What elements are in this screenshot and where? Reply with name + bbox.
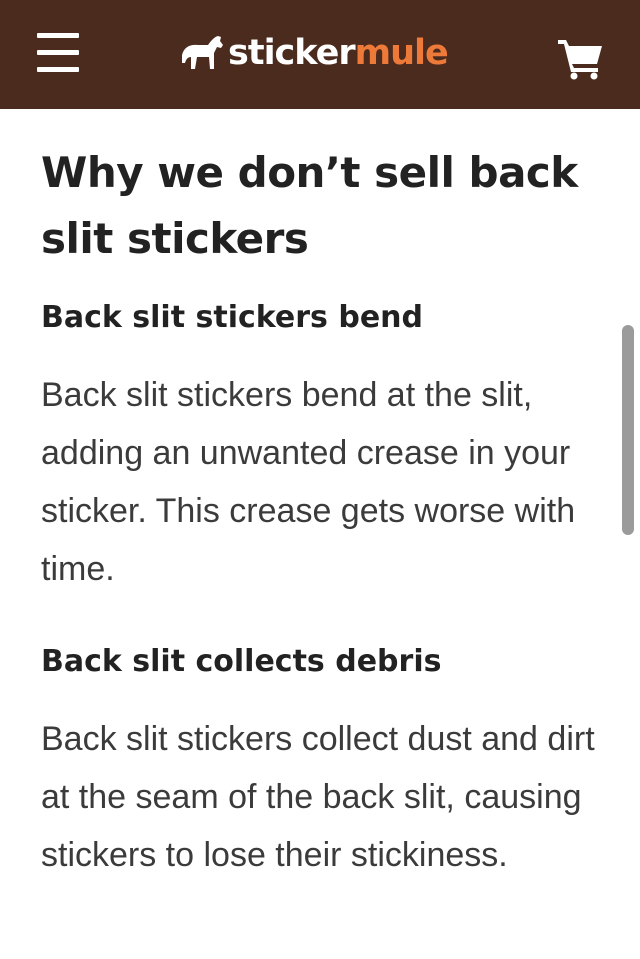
menu-bar-line: [37, 33, 79, 38]
vertical-scrollbar[interactable]: [622, 325, 634, 535]
hamburger-menu-icon[interactable]: [37, 33, 79, 73]
article-content: Why we don’t sell back slit stickers Bac…: [41, 140, 601, 884]
menu-bar-line: [37, 67, 79, 72]
logo-text-sticker: sticker: [228, 33, 356, 73]
sticker-mule-logo[interactable]: stickermule: [180, 30, 449, 76]
section-heading: Back slit stickers bend: [41, 300, 424, 335]
top-navbar: stickermule: [0, 0, 640, 109]
shopping-cart-icon[interactable]: [556, 36, 604, 80]
mule-icon: [182, 36, 223, 69]
section-heading: Back slit collects debris: [41, 644, 442, 679]
section-body: Back slit stickers bend at the slit, add…: [41, 376, 576, 588]
menu-bar-line: [37, 50, 79, 55]
logo-text-mule: mule: [354, 33, 449, 73]
page-title: Why we don’t sell back slit stickers: [41, 148, 578, 263]
section-body: Back slit stickers collect dust and dirt…: [41, 720, 595, 874]
